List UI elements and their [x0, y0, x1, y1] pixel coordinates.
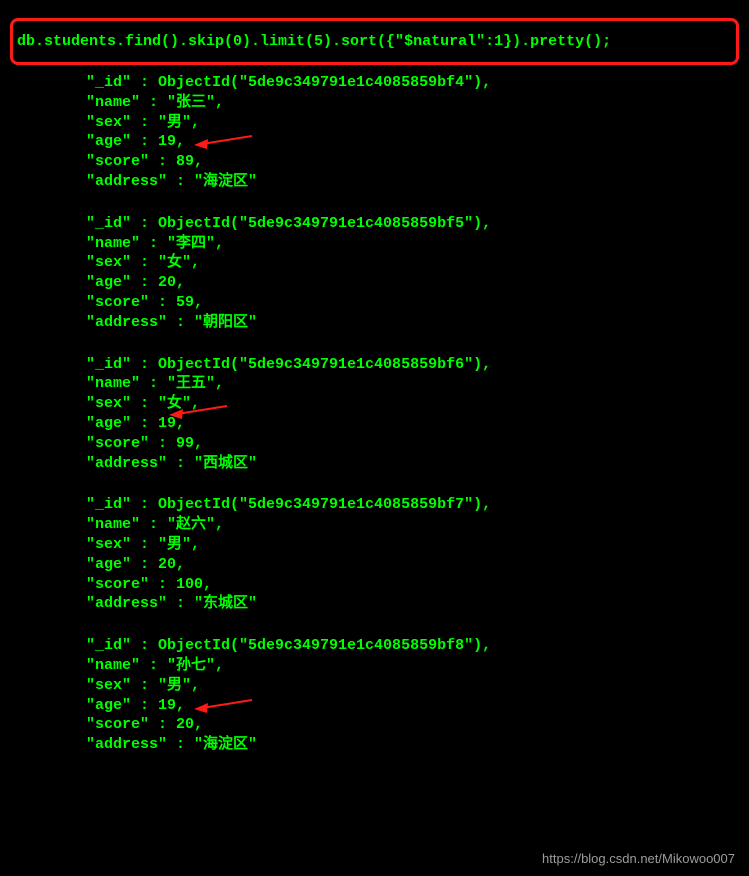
- result-document: "_id" : ObjectId("5de9c349791e1c4085859b…: [14, 355, 749, 492]
- field-name: "name" : "赵六",: [14, 515, 749, 535]
- field-sex: "sex" : "男",: [14, 113, 749, 133]
- field-address: "address" : "海淀区": [14, 735, 749, 755]
- field-id: "_id" : ObjectId("5de9c349791e1c4085859b…: [14, 73, 749, 93]
- record-gap: [14, 192, 749, 210]
- annotation-arrow-icon: [194, 133, 254, 149]
- field-id: "_id" : ObjectId("5de9c349791e1c4085859b…: [14, 495, 749, 515]
- field-address: "address" : "西城区": [14, 454, 749, 474]
- field-id: "_id" : ObjectId("5de9c349791e1c4085859b…: [14, 636, 749, 656]
- field-age: "age" : 19,: [14, 132, 749, 152]
- field-id: "_id" : ObjectId("5de9c349791e1c4085859b…: [14, 355, 749, 375]
- result-document: "_id" : ObjectId("5de9c349791e1c4085859b…: [14, 214, 749, 351]
- field-score: "score" : 89,: [14, 152, 749, 172]
- field-age: "age" : 20,: [14, 273, 749, 293]
- result-document: "_id" : ObjectId("5de9c349791e1c4085859b…: [14, 495, 749, 632]
- field-age: "age" : 20,: [14, 555, 749, 575]
- field-score: "score" : 100,: [14, 575, 749, 595]
- field-address: "address" : "海淀区": [14, 172, 749, 192]
- field-age: "age" : 19,: [14, 696, 749, 716]
- field-name: "name" : "王五",: [14, 374, 749, 394]
- field-sex: "sex" : "男",: [14, 676, 749, 696]
- field-score: "score" : 99,: [14, 434, 749, 454]
- terminal-output: "_id" : ObjectId("5de9c349791e1c4085859b…: [0, 73, 749, 773]
- field-sex: "sex" : "女",: [14, 253, 749, 273]
- command-text: db.students.find().skip(0).limit(5).sort…: [17, 33, 611, 50]
- result-document: "_id" : ObjectId("5de9c349791e1c4085859b…: [14, 636, 749, 773]
- field-name: "name" : "孙七",: [14, 656, 749, 676]
- field-sex: "sex" : "女",: [14, 394, 749, 414]
- result-document: "_id" : ObjectId("5de9c349791e1c4085859b…: [14, 73, 749, 210]
- field-id: "_id" : ObjectId("5de9c349791e1c4085859b…: [14, 214, 749, 234]
- annotation-arrow-icon: [194, 697, 254, 713]
- watermark-text: https://blog.csdn.net/Mikowoo007: [542, 851, 735, 866]
- field-name: "name" : "李四",: [14, 234, 749, 254]
- record-gap: [14, 755, 749, 773]
- command-highlight-box: db.students.find().skip(0).limit(5).sort…: [10, 18, 739, 65]
- record-gap: [14, 333, 749, 351]
- field-name: "name" : "张三",: [14, 93, 749, 113]
- field-score: "score" : 20,: [14, 715, 749, 735]
- field-sex: "sex" : "男",: [14, 535, 749, 555]
- record-gap: [14, 614, 749, 632]
- field-age: "age" : 19,: [14, 414, 749, 434]
- field-address: "address" : "朝阳区": [14, 313, 749, 333]
- field-address: "address" : "东城区": [14, 594, 749, 614]
- record-gap: [14, 473, 749, 491]
- field-score: "score" : 59,: [14, 293, 749, 313]
